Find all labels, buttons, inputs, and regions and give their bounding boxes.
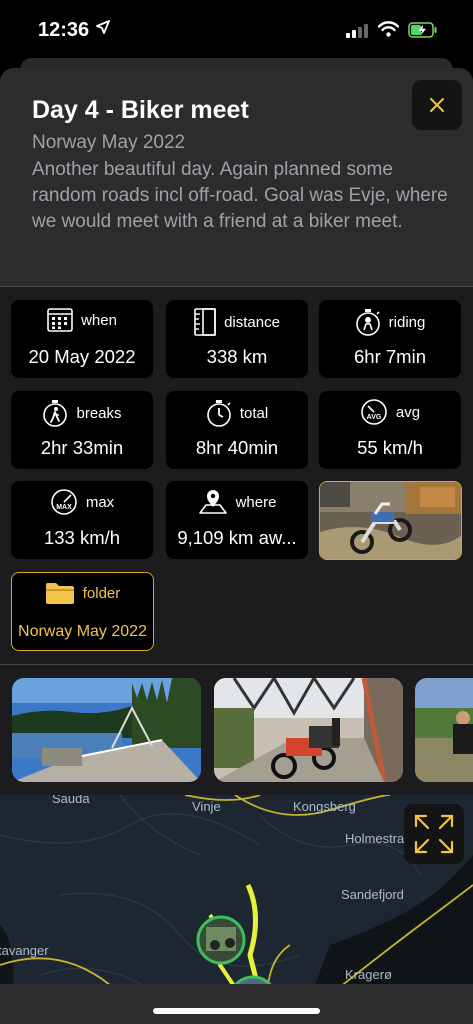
stopwatch-walker-icon: [43, 400, 68, 427]
map-label: tavanger: [0, 943, 49, 958]
stat-value: 2hr 33min: [40, 437, 124, 458]
stat-value: 55 km/h: [357, 437, 423, 458]
stat-label: total: [239, 404, 269, 422]
day-description: Another beautiful day. Again planned som…: [32, 159, 448, 232]
gallery-photo[interactable]: [12, 678, 201, 782]
status-time: 12:36: [38, 19, 90, 41]
stat-label: max: [85, 493, 115, 511]
stat-value: 20 May 2022: [28, 346, 136, 367]
folder-name: Norway May 2022: [18, 623, 147, 640]
stopwatch-icon: [207, 400, 231, 427]
svg-text:AVG: AVG: [367, 414, 382, 421]
stat-distance: distance 338 km: [166, 300, 308, 378]
close-button[interactable]: [412, 80, 462, 130]
ruler-icon: [194, 308, 216, 336]
location-arrow-icon: [96, 20, 110, 39]
stat-total: total 8hr 40min: [166, 391, 308, 469]
expand-icon: [414, 814, 454, 854]
bottom-bar: [0, 984, 473, 1024]
stat-value: 8hr 40min: [195, 437, 279, 458]
folder-button[interactable]: folder Norway May 2022: [11, 572, 154, 651]
svg-text:MAX: MAX: [56, 504, 72, 511]
speedometer-max-icon: MAX: [51, 489, 77, 515]
close-icon: [430, 98, 444, 112]
battery-charging-icon: [408, 22, 438, 43]
stat-where[interactable]: where 9,109 km aw...: [166, 481, 308, 559]
signal-icon: [346, 24, 368, 43]
stat-value: 6hr 7min: [354, 346, 426, 367]
calendar-icon: [47, 308, 73, 332]
status-bar: 12:36: [0, 0, 473, 62]
home-indicator[interactable]: [153, 1008, 320, 1014]
stat-label: when: [81, 311, 117, 329]
speedometer-avg-icon: AVG: [361, 399, 387, 425]
page-title: Day 4 - Biker meet: [32, 96, 249, 124]
stat-value: 338 km: [206, 346, 268, 367]
map-label: Sauda: [52, 795, 90, 806]
stat-label: distance: [224, 313, 280, 331]
motorcycle-photo: [320, 482, 461, 559]
map-label: Kragerø: [345, 967, 392, 982]
stat-label: where: [235, 493, 277, 511]
trip-name: Norway May 2022: [32, 132, 186, 153]
folder-icon: [45, 583, 74, 604]
map-label: Vinje: [192, 799, 221, 814]
stat-max: MAX max 133 km/h: [11, 481, 153, 559]
map-label: Kongsberg: [293, 799, 356, 814]
stopwatch-rider-icon: [355, 309, 380, 336]
gallery-photo[interactable]: [415, 678, 473, 782]
stat-value: 9,109 km aw...: [177, 527, 297, 548]
stat-label: riding: [388, 313, 426, 331]
wifi-icon: [377, 21, 400, 42]
stat-riding: riding 6hr 7min: [319, 300, 461, 378]
bridge-lake-photo: [12, 678, 201, 782]
stat-label: folder: [82, 584, 121, 602]
stat-avg: AVG avg 55 km/h: [319, 391, 461, 469]
stat-when: when 20 May 2022: [11, 300, 153, 378]
map-pin-icon: [198, 490, 227, 514]
day-header: Day 4 - Biker meet Norway May 2022 Anoth…: [0, 68, 473, 286]
stat-label: avg: [395, 403, 421, 421]
cover-photo[interactable]: [319, 481, 462, 560]
divider: [0, 664, 473, 665]
stat-value: 133 km/h: [43, 527, 121, 548]
divider: [0, 286, 473, 287]
stat-label: breaks: [76, 404, 122, 422]
gallery-photo[interactable]: [214, 678, 403, 782]
map-label: Holmestra: [345, 831, 405, 846]
stat-breaks: breaks 2hr 33min: [11, 391, 153, 469]
person-photo: [415, 678, 473, 782]
day-detail-sheet: Day 4 - Biker meet Norway May 2022 Anoth…: [0, 68, 473, 1024]
expand-map-button[interactable]: [404, 804, 464, 864]
map-label: Sandefjord: [341, 887, 404, 902]
bridge-motorcycles-photo: [214, 678, 403, 782]
